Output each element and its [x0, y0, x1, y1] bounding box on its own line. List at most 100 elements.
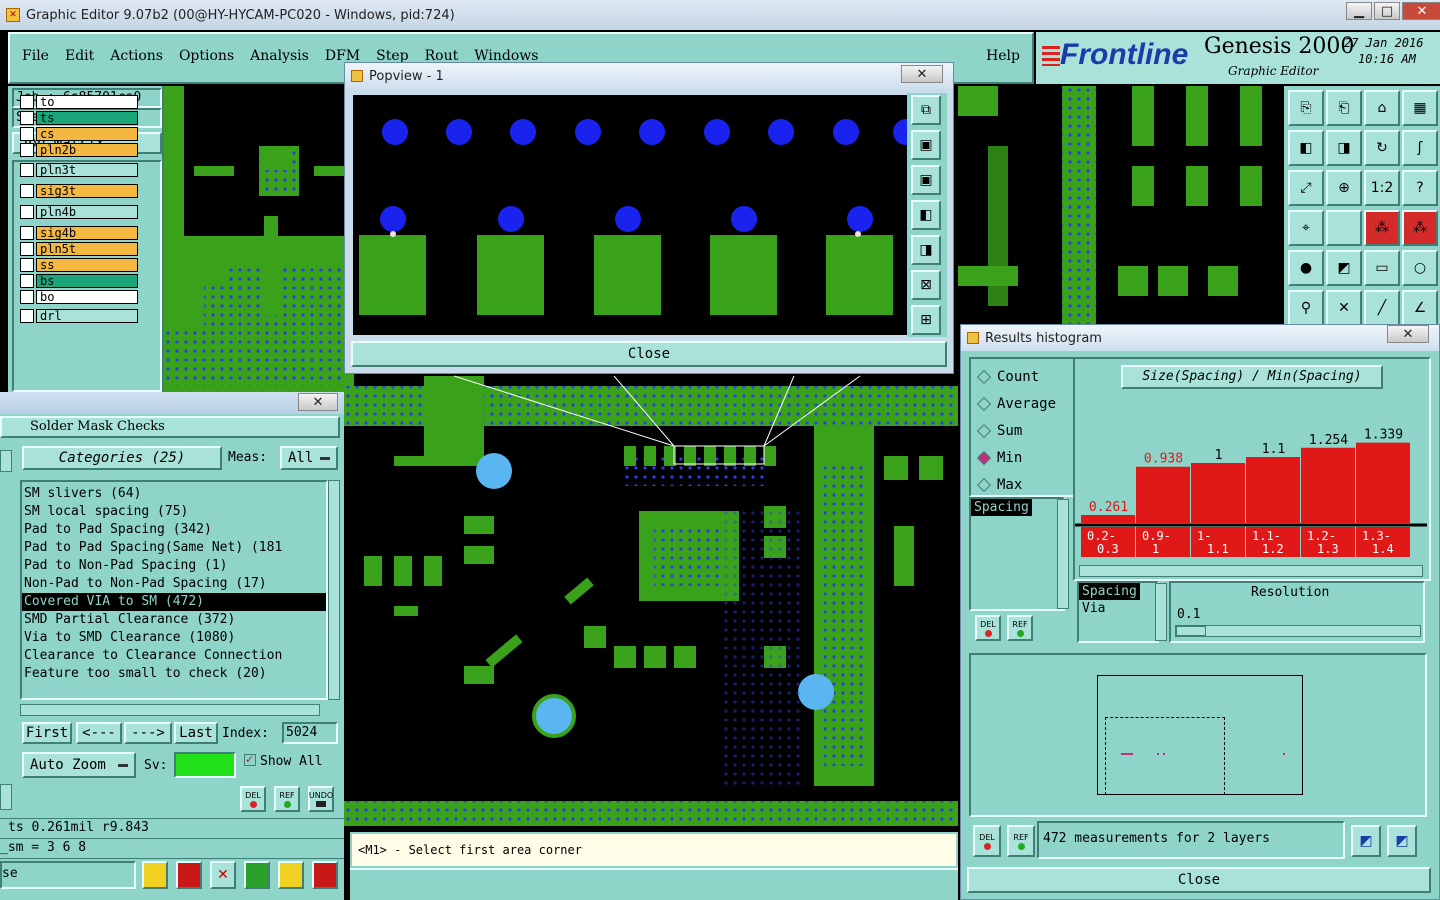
layer-row-bo[interactable]: bo [20, 289, 138, 304]
blank-tool-icon[interactable] [1326, 210, 1362, 246]
ref-button[interactable]: REF [274, 786, 300, 812]
solder-close-x-button[interactable]: ✕ [298, 393, 338, 411]
field-list[interactable]: Spacing [969, 497, 1065, 611]
layer-checkbox[interactable] [20, 257, 34, 272]
popview-canvas[interactable] [353, 95, 907, 335]
popview-pan-right-icon[interactable]: ◨ [911, 235, 941, 265]
measure-type-list[interactable]: Spacing Via [1077, 581, 1159, 643]
zoom-center-icon[interactable]: ⊕ [1326, 170, 1362, 206]
layer-row-pln2b[interactable]: pln2b [20, 142, 138, 157]
categories-label[interactable]: Categories (25) [22, 446, 222, 470]
popview-close-button[interactable]: Close [351, 341, 947, 367]
menu-analysis[interactable]: Analysis [250, 48, 309, 64]
layer-checkbox[interactable] [20, 126, 34, 141]
category-item[interactable]: Feature too small to check (20) [22, 665, 326, 683]
field-list-scrollbar[interactable] [1057, 499, 1069, 609]
circle-icon[interactable]: ○ [1402, 250, 1438, 286]
auto-zoom-dropdown[interactable]: Auto Zoom [22, 752, 136, 778]
minimize-button[interactable]: ▁ [1346, 2, 1372, 20]
layer-row-bs[interactable]: bs [20, 273, 138, 288]
step-tool-icon[interactable] [244, 861, 270, 889]
scale-icon[interactable]: 1:2 [1364, 170, 1400, 206]
cross-tool-icon[interactable]: ✕ [210, 861, 236, 889]
aggregate-option-min[interactable]: Min [975, 444, 1073, 471]
layer-row-to[interactable]: to [20, 94, 138, 109]
resolution-slider[interactable] [1175, 625, 1421, 637]
home-icon[interactable]: ⌂ [1364, 90, 1400, 126]
popview-zoom-in-icon[interactable]: ⊞ [911, 305, 941, 335]
category-item[interactable]: SM local spacing (75) [22, 503, 326, 521]
field-list-item[interactable]: Spacing [971, 499, 1032, 516]
layer-row-sig3t[interactable]: sig3t [20, 183, 138, 198]
category-item[interactable]: Pad to Non-Pad Spacing (1) [22, 557, 326, 575]
radio-indicator[interactable] [976, 477, 992, 492]
layer-checkbox[interactable] [20, 241, 34, 256]
popview-pan-up-icon[interactable]: ▣ [911, 130, 941, 160]
layer-checkbox[interactable] [20, 289, 34, 304]
copy-layer-icon[interactable]: ⎘ [1288, 90, 1324, 126]
meas-dropdown[interactable]: All [280, 446, 338, 470]
layer-row-sig4b[interactable]: sig4b [20, 225, 138, 240]
drc2-icon[interactable]: ⁂ [1402, 210, 1438, 246]
pan-left-icon[interactable]: ◧ [1288, 130, 1324, 166]
move-layer-icon[interactable]: ⎗ [1326, 90, 1362, 126]
close-window-button[interactable]: ✕ [1402, 2, 1440, 20]
del-button[interactable]: DEL [240, 786, 266, 812]
resolution-slider-thumb[interactable] [1176, 626, 1206, 636]
layer-checkbox[interactable] [20, 225, 34, 240]
popview-close-x-button[interactable]: ✕ [901, 65, 943, 83]
histogram-bar[interactable] [1301, 447, 1355, 523]
layer-checkbox[interactable] [20, 110, 34, 125]
radio-indicator[interactable] [976, 396, 992, 411]
last-button[interactable]: Last [174, 722, 218, 744]
bottom-del-button[interactable]: DEL [973, 825, 1001, 857]
aggregate-option-max[interactable]: Max [975, 471, 1073, 498]
layer-checkbox[interactable] [20, 204, 34, 219]
category-list-hscroll[interactable] [20, 704, 320, 716]
aggregate-option-average[interactable]: Average [975, 390, 1073, 417]
histogram-bar[interactable] [1246, 457, 1300, 523]
notes-tool-icon[interactable] [278, 861, 304, 889]
category-list-scrollbar[interactable] [328, 480, 340, 700]
category-item[interactable]: Pad to Pad Spacing (342) [22, 521, 326, 539]
field-list-item[interactable]: Spacing [1079, 583, 1140, 600]
layer-row-drl[interactable]: drl [20, 308, 138, 323]
line-icon[interactable]: ╱ [1364, 290, 1400, 326]
show-all-checkbox[interactable]: ✓ [244, 754, 256, 766]
menu-options[interactable]: Options [179, 48, 234, 64]
histogram-tool-icon[interactable] [312, 861, 338, 889]
undo-button[interactable]: UNDO [308, 786, 334, 812]
drc-icon[interactable]: ⁂ [1364, 210, 1400, 246]
help-icon[interactable]: ? [1402, 170, 1438, 206]
category-item[interactable]: Clearance to Clearance Connection [22, 647, 326, 665]
grid-icon[interactable]: ▦ [1402, 90, 1438, 126]
angle-icon[interactable]: ∠ [1402, 290, 1438, 326]
record-tool-icon[interactable] [176, 861, 202, 889]
radio-indicator[interactable] [976, 450, 992, 465]
layer-row-pln3t[interactable]: pln3t [20, 162, 138, 177]
layer-row-ss[interactable]: ss [20, 257, 138, 272]
next-button[interactable]: ---> [124, 722, 172, 744]
chart-hscroll[interactable] [1079, 565, 1423, 577]
maximize-button[interactable]: □ [1374, 2, 1400, 20]
snap-icon[interactable]: ⌖ [1288, 210, 1324, 246]
popview-zoom-home-icon[interactable]: ⧉ [911, 95, 941, 125]
category-item[interactable]: Covered VIA to SM (472) [22, 593, 326, 611]
menu-file[interactable]: File [22, 48, 49, 64]
first-button[interactable]: First [22, 722, 72, 744]
category-item[interactable]: SM slivers (64) [22, 485, 326, 503]
menu-actions[interactable]: Actions [110, 48, 163, 64]
pan-right-icon[interactable]: ◨ [1326, 130, 1362, 166]
hist-ref-button[interactable]: REF [1007, 615, 1033, 641]
radio-indicator[interactable] [976, 423, 992, 438]
measure-icon[interactable]: ◩ [1326, 250, 1362, 286]
left-scroll-stub[interactable] [0, 450, 12, 472]
category-list[interactable]: SM slivers (64) SM local spacing (75) Pad … [20, 480, 328, 700]
category-item[interactable]: SMD Partial Clearance (372) [22, 611, 326, 629]
layer-checkbox[interactable] [20, 273, 34, 288]
export-data-icon[interactable]: ◩ [1387, 825, 1417, 857]
popview-pan-left-icon[interactable]: ◧ [911, 200, 941, 230]
radio-indicator[interactable] [976, 369, 992, 384]
layer-checkbox[interactable] [20, 94, 34, 109]
layer-checkbox[interactable] [20, 162, 34, 177]
